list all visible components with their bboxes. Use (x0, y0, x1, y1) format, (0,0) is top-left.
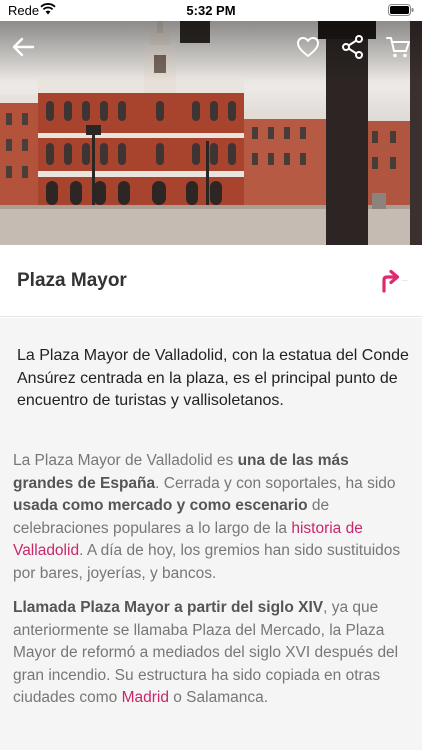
battery-icon (388, 4, 414, 19)
highlight-text: Llamada Plaza Mayor a partir del siglo X… (13, 599, 324, 616)
cart-icon (386, 37, 410, 58)
link-madrid[interactable]: Madrid (122, 689, 169, 706)
paragraph-2: Llamada Plaza Mayor a partir del siglo X… (13, 599, 399, 706)
clock: 5:32 PM (186, 3, 236, 18)
status-bar: Rede 5:32 PM (0, 0, 422, 21)
share-icon (342, 35, 363, 59)
page-title: Plaza Mayor (17, 270, 127, 291)
heart-icon (297, 37, 319, 57)
paragraph-1: La Plaza Mayor de Valladolid es una de l… (13, 452, 401, 582)
share-button[interactable] (339, 33, 367, 61)
back-button[interactable] (9, 33, 37, 61)
directions-more: ··· (402, 278, 408, 285)
favorite-button[interactable] (294, 33, 322, 61)
arrow-left-icon (12, 37, 35, 57)
directions-arrow-icon: ··· (382, 269, 408, 293)
highlight-text: usada como mercado y como escenario (13, 497, 308, 514)
hero-image (0, 21, 422, 245)
description: La Plaza Mayor de Valladolid es una de l… (13, 450, 409, 722)
cart-button[interactable] (384, 33, 412, 61)
summary-text: La Plaza Mayor de Valladolid, con la est… (17, 347, 409, 409)
place-content: La Plaza Mayor de Valladolid, con la est… (0, 318, 422, 750)
place-header: Plaza Mayor ··· (0, 245, 422, 317)
directions-button[interactable]: ··· (380, 269, 410, 295)
